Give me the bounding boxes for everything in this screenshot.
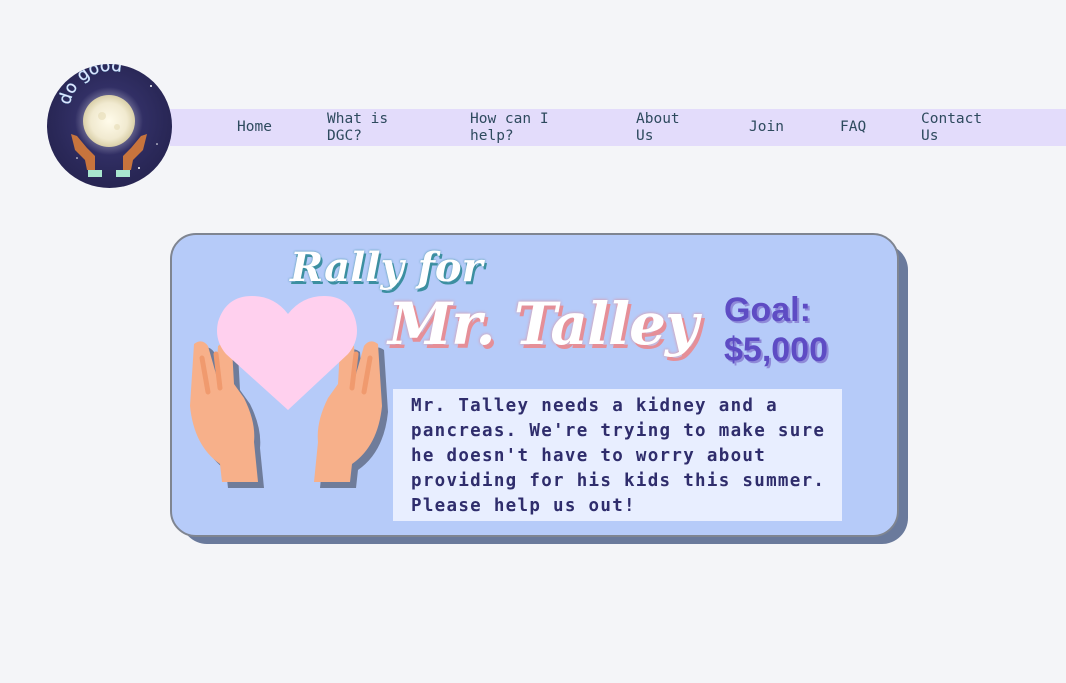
nav-what-is-dgc-label: What is DGC? [327,110,389,144]
description-text: Mr. Talley needs a kidney and a pancreas… [411,396,826,516]
nav-about-us[interactable]: About Us [636,109,696,146]
heart-in-hands-icon [188,292,388,492]
nav-about-us-label: About Us [636,110,680,144]
nav-bar: Home What is DGC? How can I help? About … [170,109,1066,146]
nav-what-is-dgc[interactable]: What is DGC? [327,109,417,146]
nav-how-can-i-help-label: How can I help? [470,110,549,144]
nav-how-can-i-help[interactable]: How can I help? [470,109,570,146]
page: Home What is DGC? How can I help? About … [0,0,1066,683]
nav-join[interactable]: Join [749,109,784,146]
nav-contact-us[interactable]: Contact Us [921,109,991,146]
nav-contact-us-label: Contact Us [921,110,983,144]
logo[interactable]: do good [47,64,172,188]
nav-faq-label: FAQ [840,119,867,135]
nav-home-label: Home [237,119,272,135]
title-name: Mr. Talley [388,290,699,358]
nav-home[interactable]: Home [237,109,272,146]
nav-join-label: Join [749,119,784,135]
title-rally: Rally for [290,244,483,291]
goal-amount: Goal: $5,000 [724,291,828,369]
description-box: Mr. Talley needs a kidney and a pancreas… [393,389,842,521]
nav-faq[interactable]: FAQ [840,109,866,146]
moon-hands-icon: do good [55,64,158,177]
